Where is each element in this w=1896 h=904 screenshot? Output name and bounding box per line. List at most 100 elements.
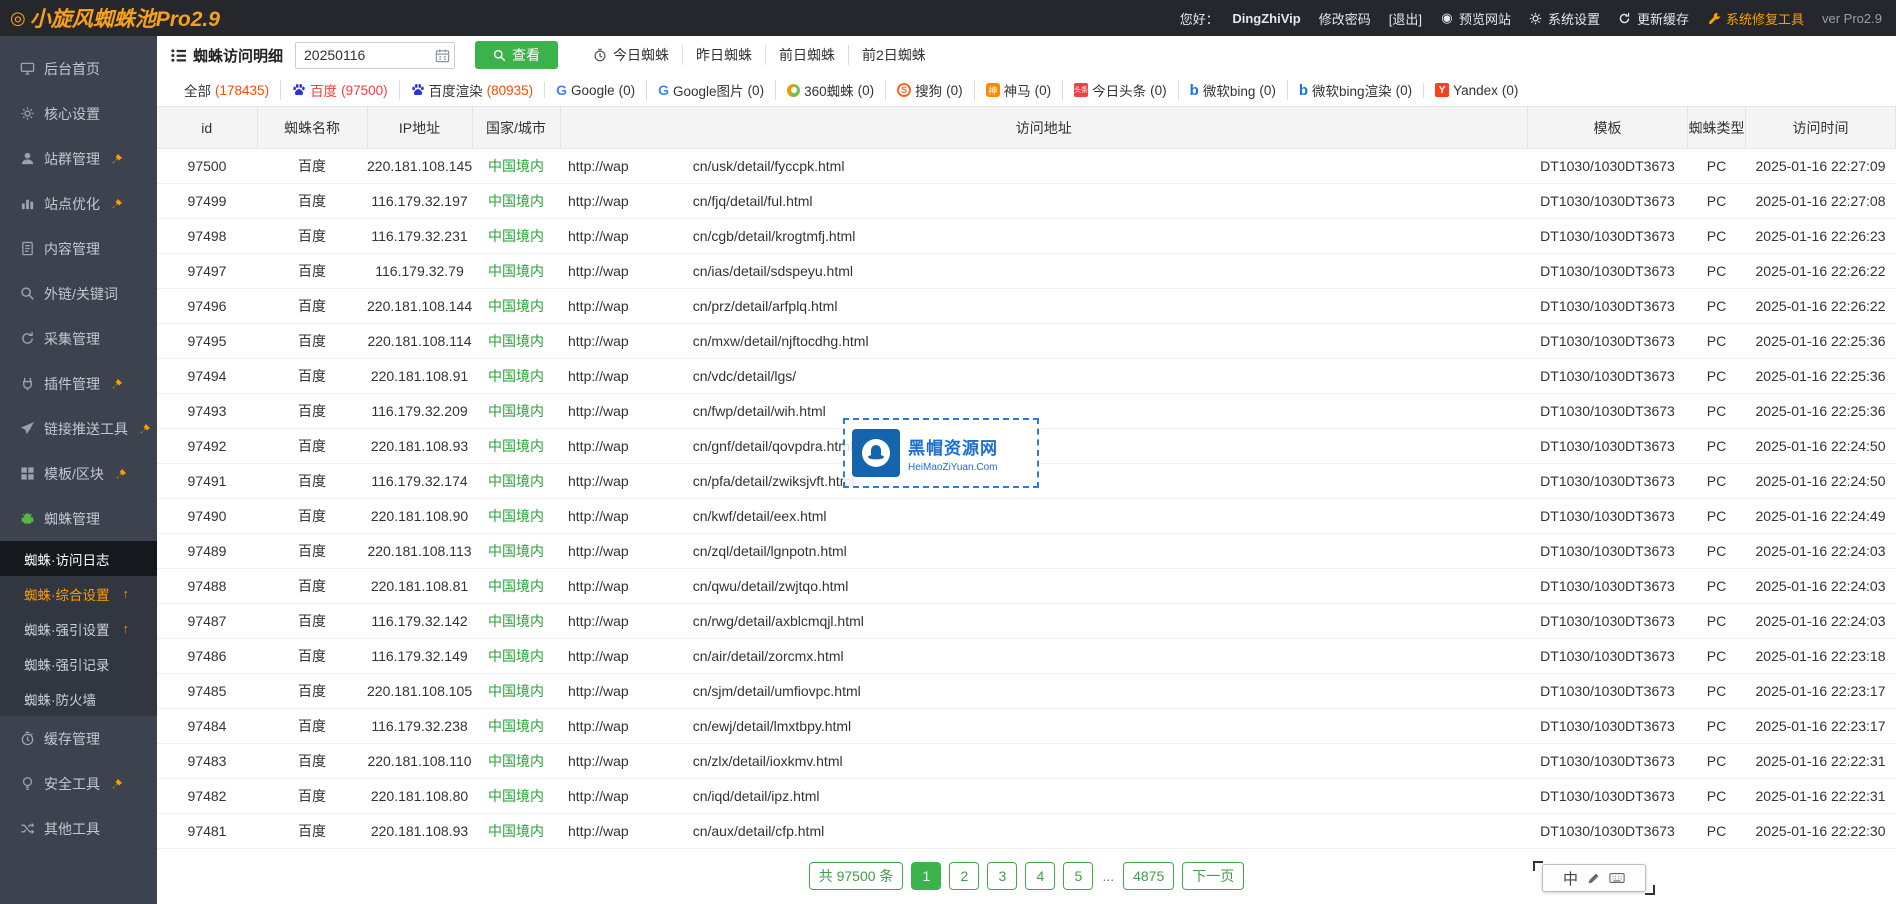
page-button[interactable]: 下一页 [1182,862,1244,890]
page-button[interactable]: ... [1101,862,1115,890]
pin-icon [111,153,123,165]
sidebar-item[interactable]: 蜘蛛·综合设置 ↑ [0,576,157,611]
table-row: 97486 百度 116.179.32.149 中国境内 http://wapc… [157,639,1896,674]
logout-link[interactable]: [退出] [1389,9,1422,28]
date-input[interactable] [295,42,455,69]
quick-link[interactable]: 前2日蜘蛛 [848,45,939,65]
cell-visit-time: 2025-01-16 22:22:31 [1746,744,1896,779]
cell-country: 中国境内 [472,779,560,814]
cell-spider-type: PC [1688,394,1746,429]
quick-link[interactable]: 前日蜘蛛 [765,45,848,65]
filter-item[interactable]: Y Yandex (0) [1423,83,1529,98]
filter-item[interactable]: 头条 今日头条 (0) [1062,80,1178,100]
list-icon [171,48,186,63]
censored-domain [629,300,693,314]
view-button[interactable]: 查看 [475,41,558,69]
repair-tool-link[interactable]: 系统修复工具 [1707,9,1804,28]
sidebar-item-label: 蜘蛛管理 [44,509,100,529]
filter-item[interactable]: 全部 (178435) [173,80,280,100]
page-title: 蜘蛛访问明细 [171,45,283,66]
sidebar-item[interactable]: 站群管理 [0,136,157,181]
sidebar-item[interactable]: 站点优化 [0,181,157,226]
ime-toolbar[interactable]: 中 [1542,864,1646,892]
sidebar-item[interactable]: 蜘蛛·防火墙 [0,681,157,716]
sidebar-item[interactable]: 安全工具 [0,761,157,806]
cell-url: http://wapcn/mxw/detail/njftocdhg.html [560,324,1528,359]
calendar-icon[interactable] [435,48,450,63]
pin-icon [111,778,123,790]
sidebar-item[interactable]: 缓存管理 [0,716,157,761]
filter-item[interactable]: G Google图片 (0) [646,80,775,100]
cell-country: 中国境内 [472,499,560,534]
gear-icon [19,106,35,122]
sidebar-item[interactable]: 插件管理 [0,361,157,406]
keyboard-icon[interactable] [1609,872,1625,884]
page-button[interactable]: 2 [949,862,979,890]
cell-url: http://wapcn/ewj/detail/lmxtbpy.html [560,709,1528,744]
page-button[interactable]: 1 [911,862,941,890]
cell-spider-name: 百度 [257,184,367,219]
censored-domain [629,335,693,349]
app-title-text: 小旋风蜘蛛池Pro2.9 [30,3,220,33]
filter-item[interactable]: 神 神马 (0) [974,80,1063,100]
cell-ip: 220.181.108.113 [367,534,472,569]
cell-url: http://wapcn/rwg/detail/axblcmqjl.html [560,604,1528,639]
filter-item[interactable]: 百度 (97500) [280,80,399,100]
cell-id: 97485 [157,674,257,709]
pen-icon[interactable] [1587,872,1600,885]
sidebar-item-label: 站群管理 [44,149,100,169]
change-password-link[interactable]: 修改密码 [1319,9,1371,28]
filter-item[interactable]: b 微软bing渲染 (0) [1287,80,1423,100]
yandex-icon: Y [1435,83,1449,97]
filter-item[interactable]: b 微软bing (0) [1178,80,1287,100]
sidebar-item[interactable]: 蜘蛛管理 [0,496,157,541]
filter-item[interactable]: 百度渲染 (80935) [399,80,545,100]
cell-spider-name: 百度 [257,779,367,814]
filter-item[interactable]: S 搜狗 (0) [885,80,974,100]
watermark: 黑帽资源网 HeiMaoZiYuan.Com [843,418,1039,488]
sidebar-item[interactable]: 其他工具 [0,806,157,851]
sidebar-item[interactable]: 外链/关键词 [0,271,157,316]
preview-site-link[interactable]: ◉ 预览网站 [1440,9,1511,28]
sidebar-item[interactable]: 后台首页 [0,46,157,91]
cell-url: http://wapcn/iqd/detail/ipz.html [560,779,1528,814]
page-button[interactable]: 5 [1063,862,1093,890]
bulb-icon [19,776,35,792]
cell-ip: 116.179.32.209 [367,394,472,429]
sidebar-item[interactable]: 采集管理 [0,316,157,361]
cell-spider-type: PC [1688,779,1746,814]
page-button[interactable]: 4 [1025,862,1055,890]
sidebar-item[interactable]: 蜘蛛·强引设置 ↑ [0,611,157,646]
sidebar-item[interactable]: 内容管理 [0,226,157,271]
sidebar-item[interactable]: 链接推送工具 [0,406,157,451]
system-settings-link[interactable]: 系统设置 [1529,9,1600,28]
table-row: 97496 百度 220.181.108.144 中国境内 http://wap… [157,289,1896,324]
cell-country: 中国境内 [472,534,560,569]
cell-url: http://wapcn/gnf/detail/qovpdra.html [560,429,1528,464]
quick-link[interactable]: 昨日蜘蛛 [682,45,765,65]
cell-id: 97491 [157,464,257,499]
filter-item[interactable]: G Google (0) [544,82,646,98]
timer-icon [19,731,35,747]
cell-ip: 220.181.108.93 [367,814,472,849]
cell-id: 97492 [157,429,257,464]
censored-domain [629,545,693,559]
sidebar-item[interactable]: 模板/区块 [0,451,157,496]
grid-icon [19,466,35,482]
ime-language-toggle[interactable]: 中 [1563,868,1578,889]
cell-spider-name: 百度 [257,219,367,254]
cell-country: 中国境内 [472,429,560,464]
preview-icon: ◉ [1440,11,1454,25]
sidebar-item[interactable]: 蜘蛛·访问日志 [0,541,157,576]
cell-country: 中国境内 [472,814,560,849]
filter-item[interactable]: 360蜘蛛 (0) [775,80,885,100]
refresh-cache-link[interactable]: 更新缓存 [1618,9,1689,28]
page-button[interactable]: 4875 [1123,862,1174,890]
sidebar-item[interactable]: 核心设置 [0,91,157,136]
sidebar-item[interactable]: 蜘蛛·强引记录 [0,646,157,681]
cell-ip: 220.181.108.105 [367,674,472,709]
page-button[interactable]: 3 [987,862,1017,890]
quick-link[interactable]: 今日蜘蛛 [580,45,682,65]
cell-id: 97484 [157,709,257,744]
sidebar-item-label: 蜘蛛·综合设置 [24,584,110,604]
